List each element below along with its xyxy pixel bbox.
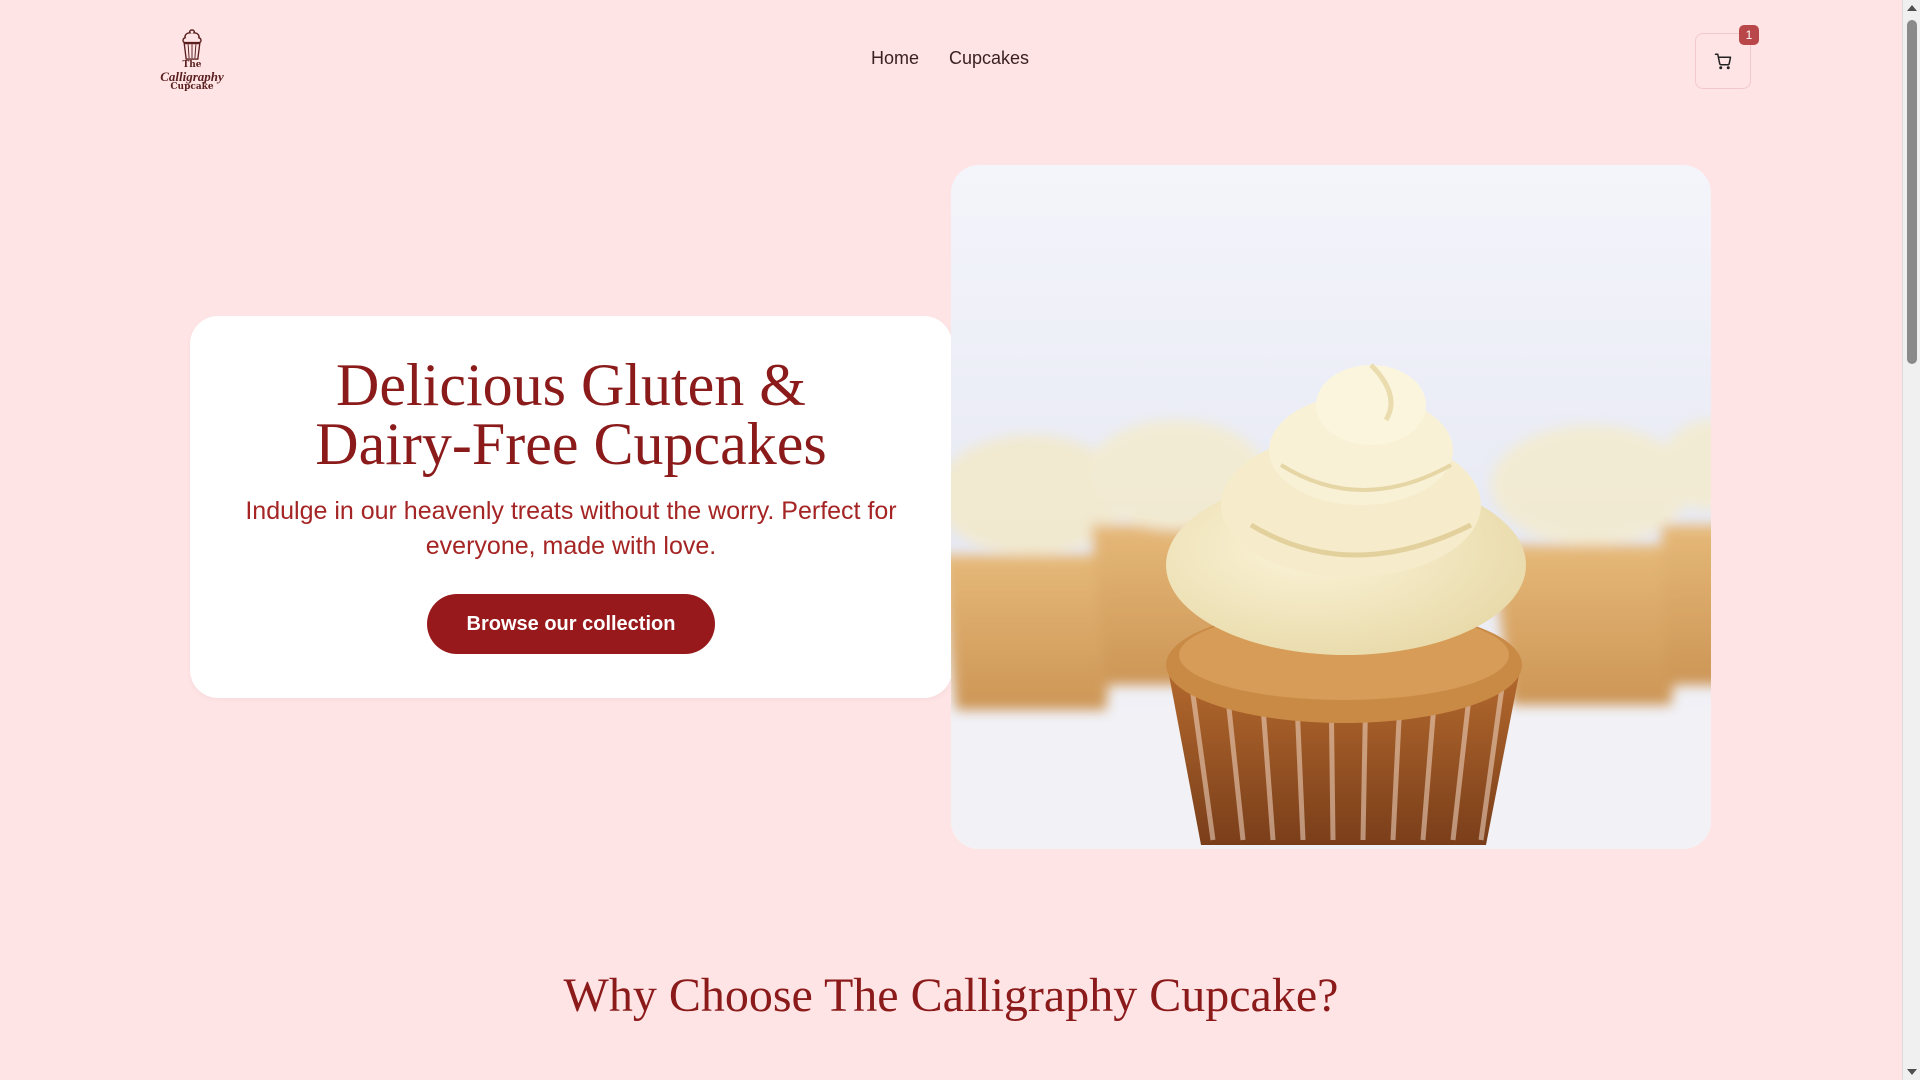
nav-link-cupcakes[interactable]: Cupcakes [949, 48, 1029, 69]
scroll-up-arrow-icon[interactable] [1907, 5, 1917, 11]
why-choose-title: Why Choose The Calligraphy Cupcake? [563, 969, 1339, 1022]
scroll-down-arrow-icon[interactable] [1907, 1069, 1917, 1075]
cupcakes-illustration [951, 363, 1711, 849]
hero-card: Delicious Gluten & Dairy-Free Cupcakes I… [190, 316, 952, 698]
hero-title: Delicious Gluten & Dairy-Free Cupcakes [315, 352, 827, 477]
page-scrollbar[interactable] [1902, 0, 1920, 1080]
cupcake-logo-icon [182, 29, 202, 60]
logo-line-cupcake: Cupcake [170, 82, 214, 92]
cart-icon [1714, 53, 1732, 70]
cart-count-badge: 1 [1739, 25, 1759, 45]
browse-collection-button[interactable]: Browse our collection [426, 594, 716, 654]
hero-cupcake-image [951, 165, 1711, 849]
scroll-thumb[interactable] [1907, 20, 1917, 364]
brand-logo[interactable]: The Calligraphy Cupcake [154, 28, 230, 92]
hero-subtitle: Indulge in our heavenly treats without t… [245, 497, 897, 560]
nav-link-home[interactable]: Home [871, 48, 919, 69]
main-nav: Home Cupcakes [871, 48, 1029, 69]
cart-button[interactable]: 1 [1695, 25, 1759, 89]
